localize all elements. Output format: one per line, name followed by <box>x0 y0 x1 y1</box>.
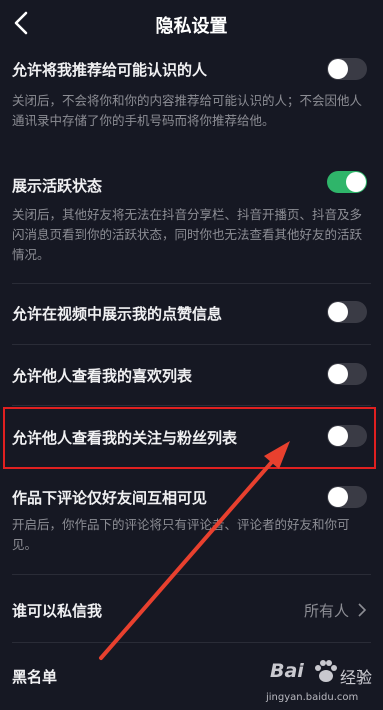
toggle-knob <box>328 364 348 384</box>
setting-liked-list-visibility: 允许他人查看我的喜欢列表 <box>0 345 383 405</box>
watermark-url: jingyan.baidu.com <box>266 692 359 703</box>
header-bar: 隐私设置 <box>0 0 383 48</box>
setting-label: 作品下评论仅好友间互相可见 <box>12 489 208 507</box>
page-title: 隐私设置 <box>155 16 228 37</box>
who-can-message-me-row[interactable]: 谁可以私信我 所有人 <box>0 575 383 641</box>
toggle-knob <box>346 172 366 192</box>
toggle-knob <box>328 487 348 507</box>
setting-label: 展示活跃状态 <box>12 177 103 195</box>
setting-label: 黑名单 <box>12 668 58 686</box>
setting-label: 允许在视频中展示我的点赞信息 <box>12 305 223 323</box>
setting-recommend-to-acquaintances: 允许将我推荐给可能认识的人 关闭后，不会将你和你的内容推荐给可能认识的人；不会因… <box>0 48 383 148</box>
recommend-toggle[interactable] <box>327 58 367 80</box>
baidu-jingyan-watermark: Bai 经验 jingyan.baidu.com <box>258 654 383 710</box>
setting-show-active-status: 展示活跃状态 关闭后，其他好友将无法在抖音分享栏、抖音开播页、抖音及多闪消息页看… <box>0 160 383 280</box>
setting-label: 谁可以私信我 <box>12 602 103 620</box>
setting-description: 关闭后，不会将你和你的内容推荐给可能认识的人；不会因他人通讯录中存储了你的手机号… <box>12 93 363 128</box>
toggle-knob <box>328 59 348 79</box>
setting-description: 开启后，你作品下的评论将只有评论者、评论者的好友和你可见。 <box>12 517 350 552</box>
setting-comments-friends-only: 作品下评论仅好友间互相可见 开启后，你作品下的评论将只有评论者、评论者的好友和你… <box>0 470 383 570</box>
paw-icon <box>315 660 337 682</box>
dm-value: 所有人 <box>303 602 349 620</box>
toggle-knob <box>328 302 348 322</box>
setting-show-likes-in-video: 允许在视频中展示我的点赞信息 <box>0 284 383 344</box>
chevron-right-icon <box>358 603 367 617</box>
setting-description: 关闭后，其他好友将无法在抖音分享栏、抖音开播页、抖音及多闪消息页看到你的活跃状态… <box>12 207 363 262</box>
active-status-toggle[interactable] <box>327 171 367 193</box>
liked-list-toggle[interactable] <box>327 363 367 385</box>
highlight-box <box>3 407 376 469</box>
setting-label: 允许他人查看我的喜欢列表 <box>12 367 193 385</box>
setting-label: 允许将我推荐给可能认识的人 <box>12 61 208 79</box>
watermark-cn: 经验 <box>340 668 373 687</box>
watermark-brand: Bai <box>270 660 304 682</box>
privacy-settings-page: 隐私设置 允许将我推荐给可能认识的人 关闭后，不会将你和你的内容推荐给可能认识的… <box>0 0 383 710</box>
comments-friends-only-toggle[interactable] <box>327 486 367 508</box>
likes-in-video-toggle[interactable] <box>327 301 367 323</box>
